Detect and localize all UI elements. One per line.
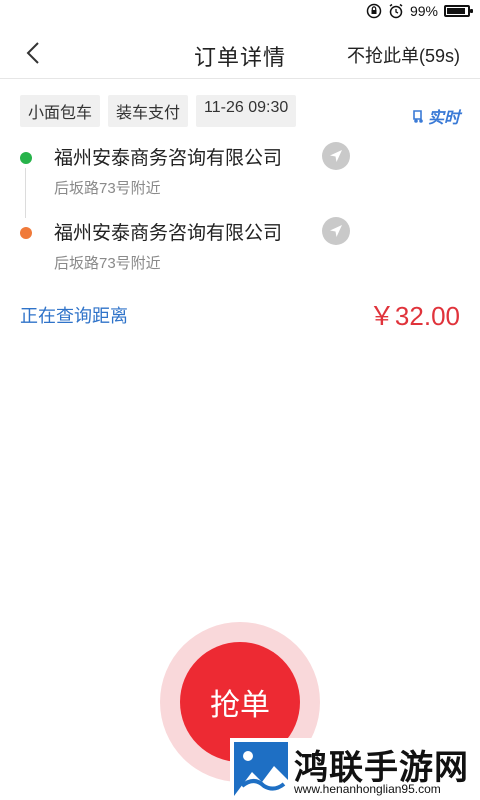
dropoff-name: 福州安泰商务咨询有限公司 — [54, 223, 283, 244]
pickup-sub: 后坂路73号附近 — [54, 180, 161, 197]
dropoff-dot — [20, 227, 32, 239]
lock-rotation-icon — [366, 3, 382, 19]
distance-status: 正在查询距离 — [20, 306, 128, 326]
header-bar: 订单详情 不抢此单(59s) — [0, 28, 480, 79]
pickup-name: 福州安泰商务咨询有限公司 — [54, 148, 283, 169]
pickup-dot — [20, 152, 32, 164]
order-tags: 小面包车 装车支付 11-26 09:30 — [20, 95, 297, 127]
watermark-logo-icon — [234, 742, 288, 796]
time-tag: 11-26 09:30 — [196, 95, 297, 127]
skip-order-button[interactable]: 不抢此单(59s) — [347, 42, 460, 68]
realtime-label: 实时 — [427, 110, 460, 127]
battery-icon — [444, 5, 473, 17]
realtime-badge: 实时 — [412, 104, 460, 128]
battery-percent: 99% — [409, 3, 438, 19]
dropoff-navigate-icon[interactable] — [322, 217, 350, 245]
dropoff-sub: 后坂路73号附近 — [54, 255, 161, 272]
watermark: 鸿联手游网 www.henanhonglian95.com — [230, 738, 480, 800]
vehicle-type-tag: 小面包车 — [20, 95, 101, 127]
alarm-icon — [389, 3, 403, 19]
status-bar: 99% — [0, 0, 480, 24]
route-line — [25, 168, 26, 218]
truck-icon — [413, 110, 423, 123]
watermark-url: www.henanhonglian95.com — [294, 782, 441, 796]
pickup-navigate-icon[interactable] — [322, 142, 350, 170]
order-price: ￥32.00 — [368, 301, 460, 331]
payment-tag: 装车支付 — [108, 95, 189, 127]
